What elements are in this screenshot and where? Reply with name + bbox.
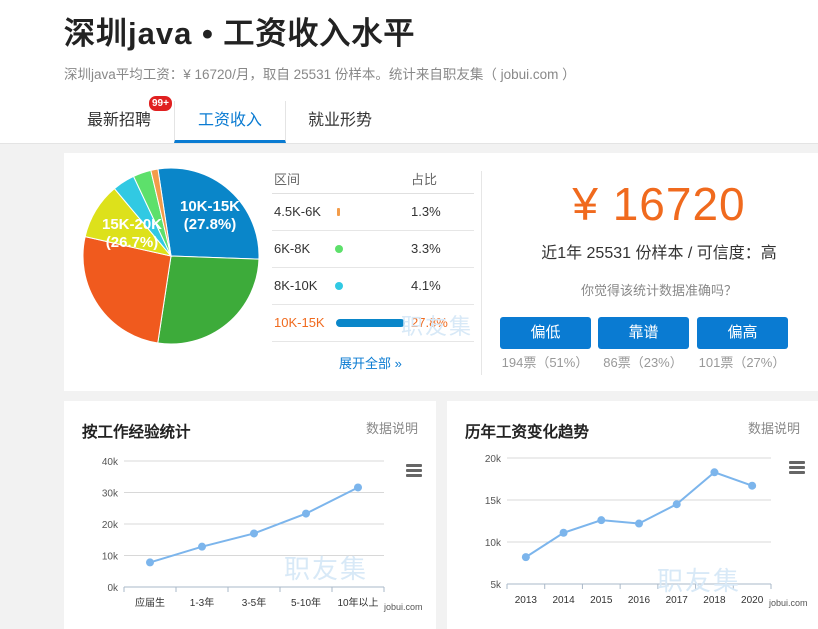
data-point xyxy=(354,483,362,492)
distribution-table-header: 区间 占比 xyxy=(272,167,474,194)
vote-low-count: 194票（51%） xyxy=(501,355,589,370)
row-range: 10K-15K xyxy=(274,315,325,330)
x-tick-label: 2020 xyxy=(741,595,764,606)
pie-label: (27.8%) xyxy=(184,216,237,233)
pie-label: (26.7%) xyxy=(106,234,159,251)
tab-salary[interactable]: 工资收入 xyxy=(174,101,286,143)
row-bar xyxy=(335,282,343,290)
average-salary: ¥ 16720 xyxy=(572,178,746,230)
y-tick-label: 10k xyxy=(102,552,119,563)
y-tick-label: 30k xyxy=(102,489,119,500)
header-percent: 占比 xyxy=(411,172,438,187)
x-tick-label: 5-10年 xyxy=(291,596,321,609)
vote-reliable-count: 86票（23%） xyxy=(603,355,683,370)
data-note-link[interactable]: 数据说明 xyxy=(748,418,800,437)
series-line xyxy=(525,471,753,558)
data-point xyxy=(146,558,154,567)
y-tick-label: 5k xyxy=(490,580,502,591)
data-note-link[interactable]: 数据说明 xyxy=(366,418,418,437)
tab-employment-trend[interactable]: 就业形势 xyxy=(285,101,395,141)
data-point xyxy=(198,542,206,551)
watermark: 职友集 xyxy=(401,314,474,339)
experience-chart-panel: 按工作经验统计 数据说明 0k 10k 20k 30k 40k 应届生 1-3年 3-5年 5-… xyxy=(64,401,436,629)
yearly-line-chart: 5k10k15k20k2013 2014 2015 2016 2017 2018 2020 xyxy=(485,454,772,606)
pie-slice xyxy=(157,255,260,345)
row-bar xyxy=(336,319,405,327)
y-tick-label: 0k xyxy=(107,583,119,594)
y-tick-label: 40k xyxy=(102,457,119,468)
pie-label: 10K-15K xyxy=(180,198,240,215)
data-point xyxy=(710,468,719,477)
data-point xyxy=(597,516,606,525)
site-label: jobui.com xyxy=(384,602,423,612)
vote-low-button[interactable]: 偏低 xyxy=(500,317,591,349)
row-bar xyxy=(335,245,343,253)
x-tick-label: 应届生 xyxy=(135,596,165,609)
y-tick-label: 10k xyxy=(485,538,502,549)
header-range: 区间 xyxy=(274,172,301,187)
data-point xyxy=(672,500,681,509)
x-tick-label: 2014 xyxy=(552,595,575,606)
data-point xyxy=(302,509,310,518)
accuracy-question: 你觉得该统计数据准确吗？ xyxy=(580,283,737,298)
x-tick-label: 2015 xyxy=(590,595,613,606)
row-percent: 4.1% xyxy=(411,278,441,293)
y-tick-label: 20k xyxy=(485,454,502,465)
salary-pie-chart: 10K-15K(27.8%) 15K-20K(26.7%) xyxy=(82,167,260,345)
row-bar xyxy=(337,208,340,216)
expand-all-link[interactable]: 展开全部 » xyxy=(339,353,402,372)
table-row: 4.5K-6K 1.3% xyxy=(272,194,474,231)
x-tick-label: 2013 xyxy=(515,595,538,606)
page-header: 深圳java • 工资收入水平 深圳java平均工资：¥ 16720/月，取自 … xyxy=(0,0,818,144)
data-point xyxy=(521,553,530,562)
panel-title: 按工作经验统计 xyxy=(82,424,191,441)
pie-label: 15K-20K xyxy=(102,216,162,233)
data-point xyxy=(250,529,258,538)
tab-label: 工资收入 xyxy=(197,112,262,129)
divider xyxy=(481,171,482,375)
yearly-chart-panel: 历年工资变化趋势 数据说明 5k 10k 15k 20k 2013 2014 2015 201… xyxy=(447,401,818,629)
y-tick-label: 15k xyxy=(485,496,502,507)
panel-title: 历年工资变化趋势 xyxy=(465,424,590,441)
vote-reliable-button[interactable]: 靠谱 xyxy=(598,317,689,349)
data-point xyxy=(748,481,757,490)
vote-high-count: 101票（27%） xyxy=(698,355,786,370)
x-tick-label: 10年以上 xyxy=(337,596,378,609)
vote-high-button[interactable]: 偏高 xyxy=(697,317,788,349)
table-row: 8K-10K 4.1% xyxy=(272,268,474,305)
tab-label: 最新招聘 xyxy=(86,112,151,129)
watermark: 职友集 xyxy=(657,566,742,596)
x-tick-label: 1-3年 xyxy=(190,596,214,609)
row-percent: 3.3% xyxy=(411,241,441,256)
sample-info: 近1年 25531 份样本 / 可信度：高 xyxy=(541,245,777,262)
watermark: 职友集 xyxy=(284,554,369,584)
page-title: 深圳java • 工资收入水平 xyxy=(64,16,416,51)
page-subtitle: 深圳java平均工资：¥ 16720/月，取自 25531 份样本。统计来自职友… xyxy=(64,67,576,82)
tab-label: 就业形势 xyxy=(307,112,372,129)
salary-distribution-panel: 10K-15K (27.8%) 15K-20K (26.7%) 区间 占比 4.5K-… xyxy=(64,153,818,391)
experience-line-chart: 0k 10k 20k 30k 40k 应届生 1-3年 3-5年 5-10年 10年以上 xyxy=(102,457,385,609)
notification-badge: 99+ xyxy=(148,95,173,112)
row-percent: 1.3% xyxy=(411,204,441,219)
row-range: 6K-8K xyxy=(274,241,311,256)
x-tick-label: 3-5年 xyxy=(242,596,266,609)
row-range: 8K-10K xyxy=(274,278,318,293)
row-range: 4.5K-6K xyxy=(274,204,321,219)
data-point xyxy=(635,519,643,528)
x-tick-label: 2016 xyxy=(628,595,651,606)
site-label: jobui.com xyxy=(769,598,808,608)
table-row: 6K-8K 3.3% xyxy=(272,231,474,268)
y-tick-label: 20k xyxy=(102,520,119,531)
data-point xyxy=(559,528,568,537)
tab-latest-jobs[interactable]: 最新招聘 99+ xyxy=(64,95,174,141)
